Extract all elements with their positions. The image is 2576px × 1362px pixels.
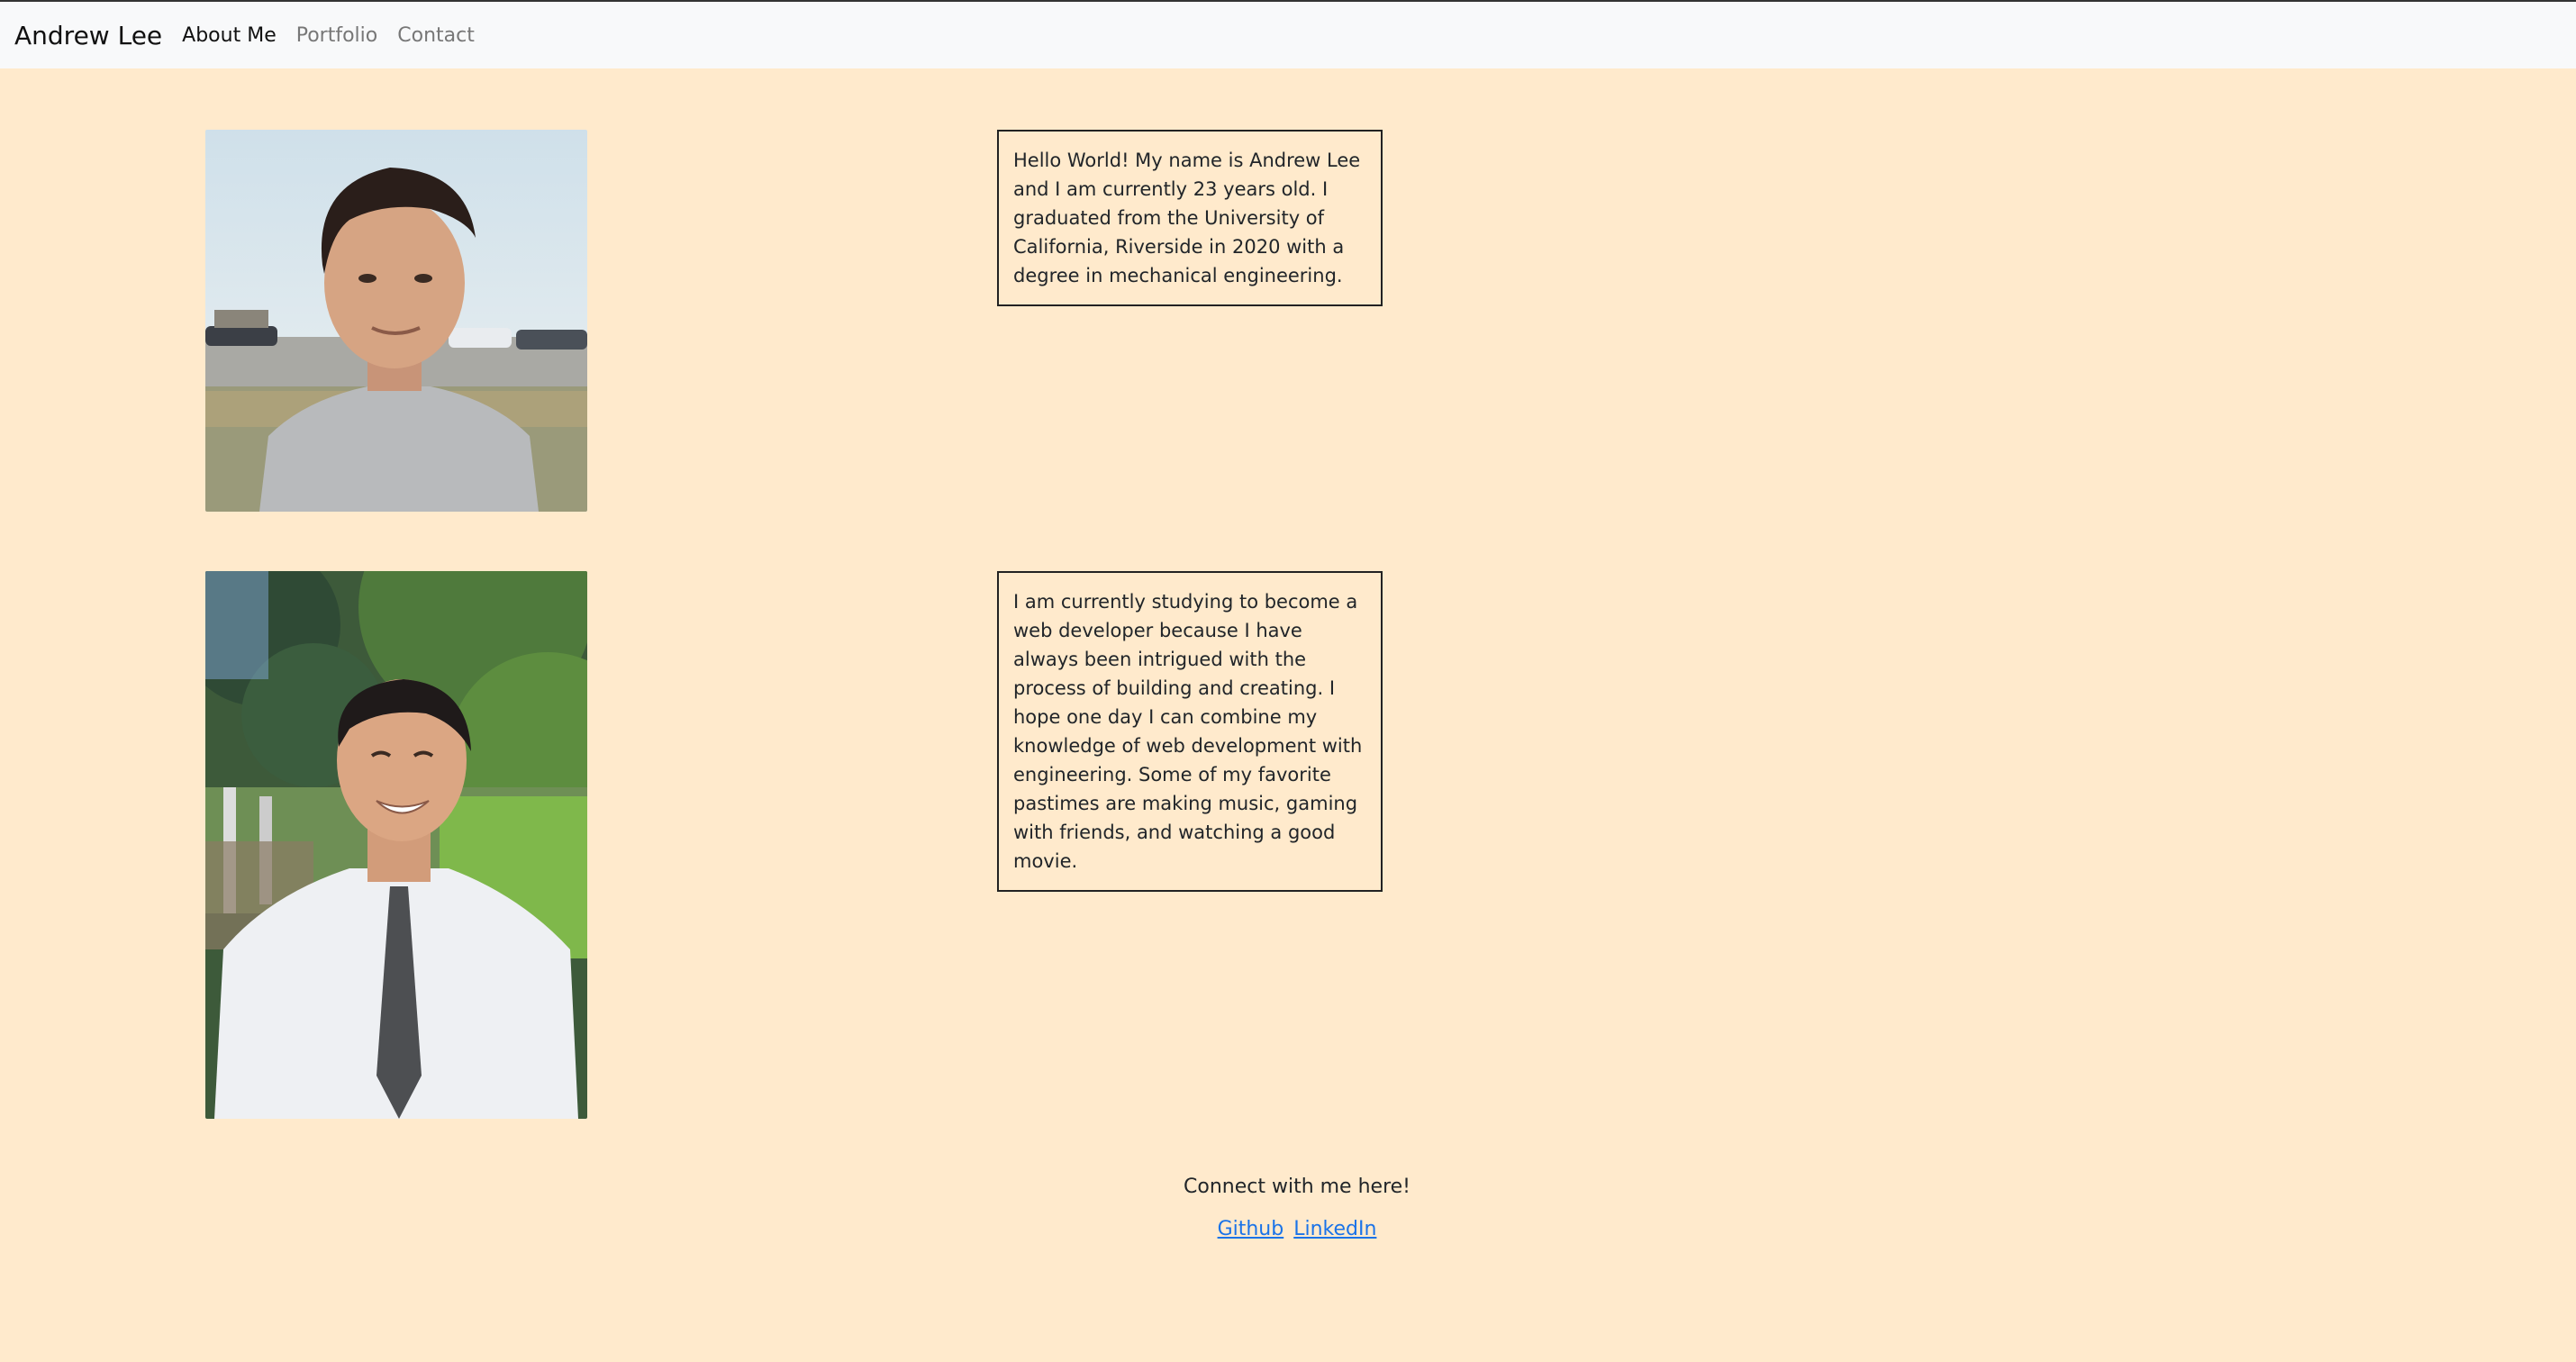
profile-photo-2: [205, 571, 587, 1119]
linkedin-link[interactable]: LinkedIn: [1293, 1218, 1376, 1240]
nav-portfolio[interactable]: Portfolio: [296, 24, 378, 47]
brand-link[interactable]: Andrew Lee: [14, 21, 162, 50]
footer: Connect with me here! Github LinkedIn: [0, 1176, 2576, 1240]
nav-links: About Me Portfolio Contact: [182, 24, 494, 47]
connect-text: Connect with me here!: [1184, 1176, 1410, 1198]
about-text-card-1: Hello World! My name is Andrew Lee and I…: [997, 130, 1383, 306]
nav-about-me[interactable]: About Me: [182, 24, 277, 47]
nav-contact[interactable]: Contact: [397, 24, 475, 47]
github-link[interactable]: Github: [1218, 1218, 1284, 1240]
navbar: Andrew Lee About Me Portfolio Contact: [0, 2, 2576, 68]
about-text-card-2: I am currently studying to become a web …: [997, 571, 1383, 892]
profile-photo-1: [205, 130, 587, 512]
social-links: Github LinkedIn: [0, 1218, 2576, 1240]
